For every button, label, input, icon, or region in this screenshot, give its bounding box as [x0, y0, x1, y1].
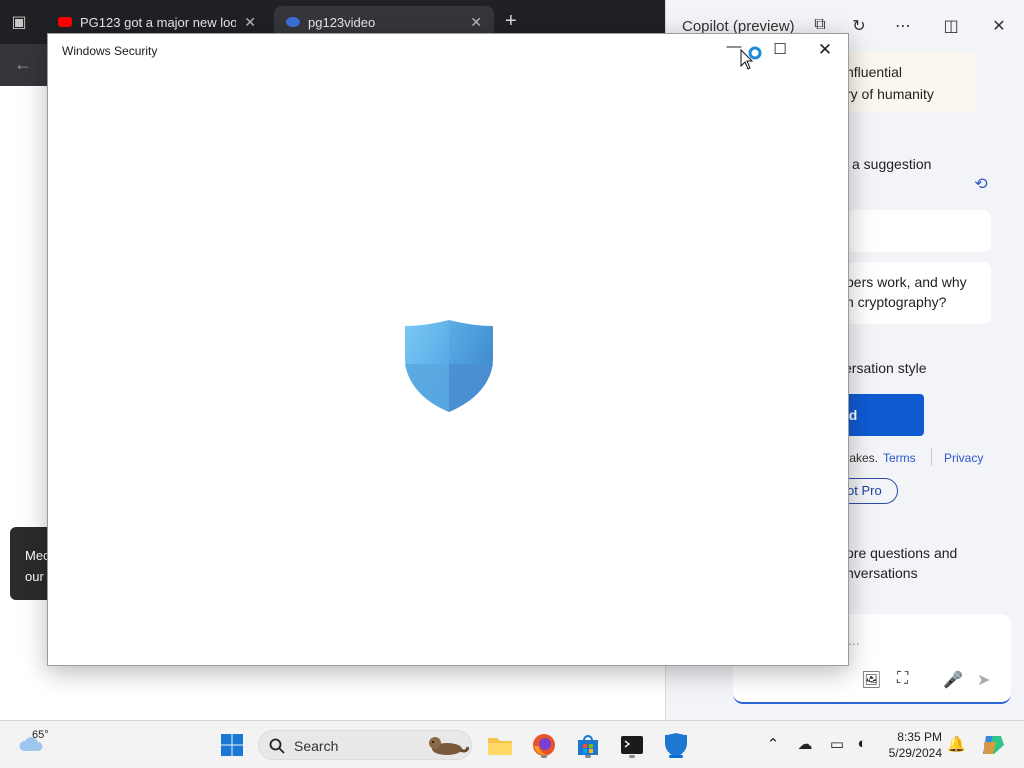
- conversation-style-label: ersation style: [844, 360, 927, 376]
- suggestion-label: a suggestion: [852, 156, 932, 172]
- add-image-icon[interactable]: 🖼: [861, 670, 881, 690]
- chevron-up-icon[interactable]: ⌃: [764, 735, 782, 753]
- card-text: n cryptography?: [846, 294, 947, 310]
- more-text: nversations: [846, 565, 918, 581]
- clock-time: 8:35 PM: [897, 730, 942, 744]
- maximize-button[interactable]: ☐: [770, 40, 790, 60]
- search-label: Search: [294, 738, 339, 754]
- volume-icon[interactable]: ◐: [853, 735, 871, 752]
- refresh-suggestions-icon[interactable]: ⟲: [971, 174, 991, 194]
- back-button[interactable]: ←: [14, 54, 32, 75]
- clock[interactable]: 8:35 PM 5/29/2024: [876, 729, 942, 761]
- copilot-icon[interactable]: [980, 732, 1006, 758]
- running-indicator: [629, 755, 635, 758]
- tab-close-icon[interactable]: ✕: [470, 14, 482, 31]
- refresh-icon[interactable]: ↻: [849, 16, 869, 36]
- store-button[interactable]: [572, 729, 604, 761]
- sidebar-layout-icon[interactable]: ◫: [941, 16, 961, 36]
- terms-link[interactable]: Terms: [883, 451, 916, 465]
- file-explorer-button[interactable]: [484, 729, 516, 761]
- open-external-icon[interactable]: ⧉: [810, 16, 830, 34]
- card-text: bers work, and why: [846, 274, 967, 290]
- microphone-icon[interactable]: 🎤: [943, 670, 963, 690]
- card-text: nfluential: [846, 64, 903, 80]
- more-options-icon[interactable]: ⋯: [893, 16, 913, 36]
- close-button[interactable]: ✕: [815, 40, 835, 60]
- notification-bell-icon[interactable]: 🔔: [947, 735, 966, 753]
- tab-label: PG123 got a major new look! -: [80, 14, 237, 30]
- new-tab-button[interactable]: +: [505, 10, 517, 33]
- card-text: ry of humanity: [846, 86, 934, 102]
- tab-label: pg123video: [308, 14, 376, 30]
- disclaimer-text: takes.: [846, 451, 879, 465]
- shield-icon: [405, 320, 493, 412]
- weather-temperature: 65°: [32, 729, 49, 741]
- tab-close-icon[interactable]: ✕: [244, 14, 256, 31]
- youtube-icon: [58, 17, 72, 27]
- busy-cursor-icon: [740, 46, 762, 70]
- window-title: Windows Security: [62, 44, 158, 58]
- terminal-button[interactable]: [616, 729, 648, 761]
- close-icon[interactable]: ✕: [989, 16, 1009, 36]
- network-icon[interactable]: ▭: [828, 735, 846, 753]
- site-icon: [286, 17, 300, 27]
- suggestion-card[interactable]: [846, 210, 991, 252]
- folder-icon: [488, 738, 512, 755]
- windows-security-window: Windows Security — ☐ ✕: [47, 33, 849, 666]
- terminal-icon: [621, 736, 643, 754]
- more-text: ore questions and: [846, 545, 958, 561]
- active-indicator: [669, 755, 683, 758]
- taskbar-search[interactable]: Search: [258, 730, 472, 760]
- running-indicator: [585, 755, 591, 758]
- privacy-link[interactable]: Privacy: [944, 451, 983, 465]
- running-indicator: [541, 755, 547, 758]
- windows-logo-icon: [221, 734, 243, 756]
- firefox-button[interactable]: [528, 729, 560, 761]
- start-button[interactable]: [216, 729, 248, 761]
- cloud-offline-icon[interactable]: ☁: [796, 735, 814, 753]
- clock-date: 5/29/2024: [888, 746, 942, 760]
- suggestion-card[interactable]: bers work, and why n cryptography?: [846, 262, 991, 324]
- send-icon[interactable]: ➤: [977, 670, 990, 690]
- windows-security-taskbar-button[interactable]: [660, 729, 692, 761]
- store-icon: [578, 735, 598, 755]
- input-placeholder: ...: [848, 632, 860, 648]
- search-highlight-otter-icon: [429, 737, 469, 755]
- search-icon: [269, 738, 285, 754]
- screenshot-icon[interactable]: ⛶: [897, 670, 908, 688]
- taskbar: 65° Search ⌃ ☁ ▭ ◐ 8:35 PM 5/29/2024 🔔: [0, 720, 1024, 768]
- tab-actions-icon[interactable]: ▣: [8, 12, 30, 32]
- divider: [931, 448, 932, 466]
